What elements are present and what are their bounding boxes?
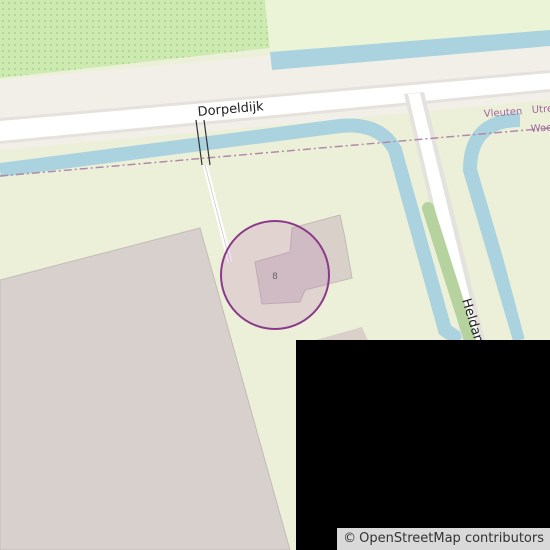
house-number-label: 8: [272, 272, 278, 282]
copyright-symbol: ©: [343, 531, 357, 546]
map-canvas[interactable]: 8 Dorpeldijk Heldam Vleuten Utre Woe: [0, 0, 550, 550]
attribution: © OpenStreetMap contributors: [337, 528, 550, 550]
place-label-woerden: Woe: [530, 123, 550, 135]
place-label-utrecht: Utre: [531, 104, 550, 116]
blank-tile: [296, 340, 550, 550]
attribution-link[interactable]: OpenStreetMap contributors: [359, 531, 544, 546]
